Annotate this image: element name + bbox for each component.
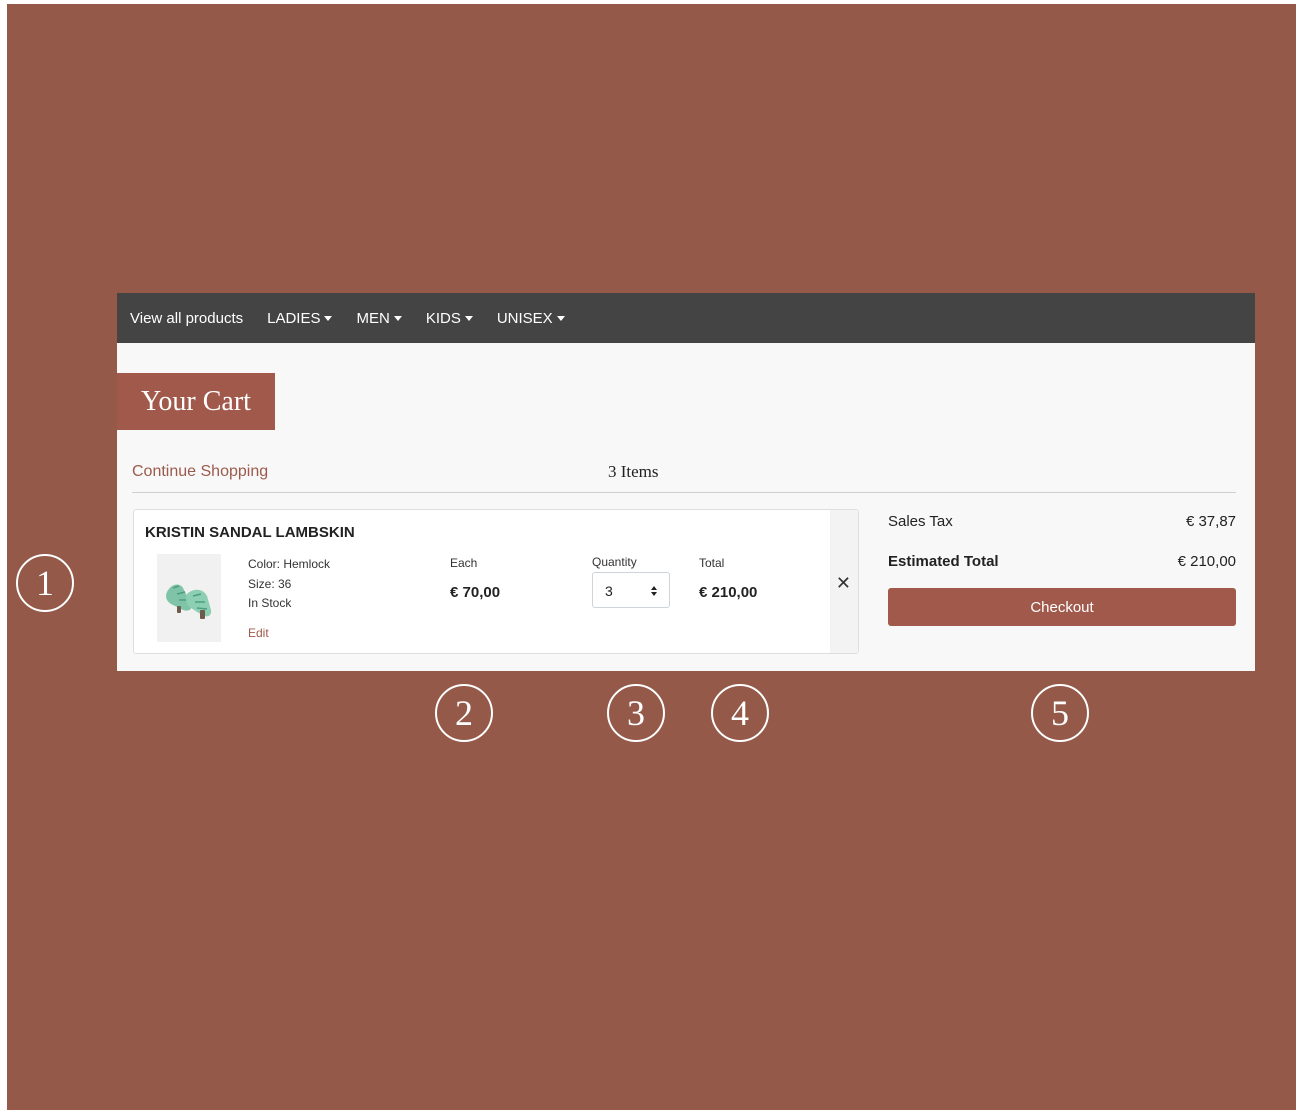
page-title: Your Cart <box>117 373 275 430</box>
divider <box>132 492 1236 493</box>
caret-down-icon <box>393 316 402 321</box>
close-icon[interactable]: ✕ <box>836 574 851 592</box>
total-label: Total <box>699 556 725 570</box>
product-color: Color: Hemlock <box>248 557 331 571</box>
sales-tax-value: € 37,87 <box>1185 513 1236 530</box>
nav-item-label: MEN <box>356 309 390 327</box>
nav-item-label: LADIES <box>267 309 321 327</box>
estimated-total-value: € 210,00 <box>1177 553 1236 570</box>
updown-arrows-icon <box>651 586 657 596</box>
caret-down-icon <box>464 316 473 321</box>
product-image[interactable] <box>157 554 221 642</box>
quantity-value: 3 <box>605 583 613 599</box>
sales-tax-label: Sales Tax <box>888 513 953 530</box>
quantity-label: Quantity <box>592 555 637 569</box>
cart-page-frame: View all products LADIES MEN KIDS UNISEX… <box>117 293 1255 671</box>
edit-link[interactable]: Edit <box>248 626 269 640</box>
callout-marker-4: 4 <box>711 684 769 742</box>
nav-item-label: UNISEX <box>496 309 553 327</box>
estimated-total-row: Estimated Total € 210,00 <box>888 553 1236 570</box>
callout-marker-5: 5 <box>1031 684 1089 742</box>
each-label: Each <box>450 556 478 570</box>
total-price: € 210,00 <box>699 584 758 601</box>
caret-down-icon <box>556 316 565 321</box>
remove-column: ✕ <box>830 510 858 653</box>
nav-item-label: View all products <box>130 309 244 327</box>
sandal-image <box>166 584 212 619</box>
callout-marker-2: 2 <box>435 684 493 742</box>
nav-item-view-all[interactable]: View all products <box>130 310 243 327</box>
nav-item-kids[interactable]: KIDS <box>426 310 473 327</box>
nav-item-unisex[interactable]: UNISEX <box>497 310 565 327</box>
stock-status: In Stock <box>248 596 292 610</box>
sales-tax-row: Sales Tax € 37,87 <box>888 513 1236 530</box>
estimated-total-label: Estimated Total <box>888 553 999 570</box>
product-size: Size: 36 <box>248 577 292 591</box>
product-name: KRISTIN SANDAL LAMBSKIN <box>145 524 355 541</box>
nav-item-ladies[interactable]: LADIES <box>267 309 333 327</box>
nav-item-men[interactable]: MEN <box>356 309 402 327</box>
quantity-stepper[interactable]: 3 <box>592 572 670 608</box>
caret-down-icon <box>324 316 333 321</box>
top-navbar: View all products LADIES MEN KIDS UNISEX <box>117 293 1255 343</box>
callout-marker-1: 1 <box>16 554 74 612</box>
each-price: € 70,00 <box>450 584 501 601</box>
cart-item-card: KRISTIN SANDAL LAMBSKIN Color: Hemlock S… <box>133 509 859 654</box>
continue-shopping-link[interactable]: Continue Shopping <box>132 463 268 481</box>
checkout-button[interactable]: Checkout <box>888 588 1236 626</box>
callout-marker-3: 3 <box>607 684 665 742</box>
items-count: 3 Items <box>608 462 659 481</box>
nav-item-label: KIDS <box>425 309 461 327</box>
